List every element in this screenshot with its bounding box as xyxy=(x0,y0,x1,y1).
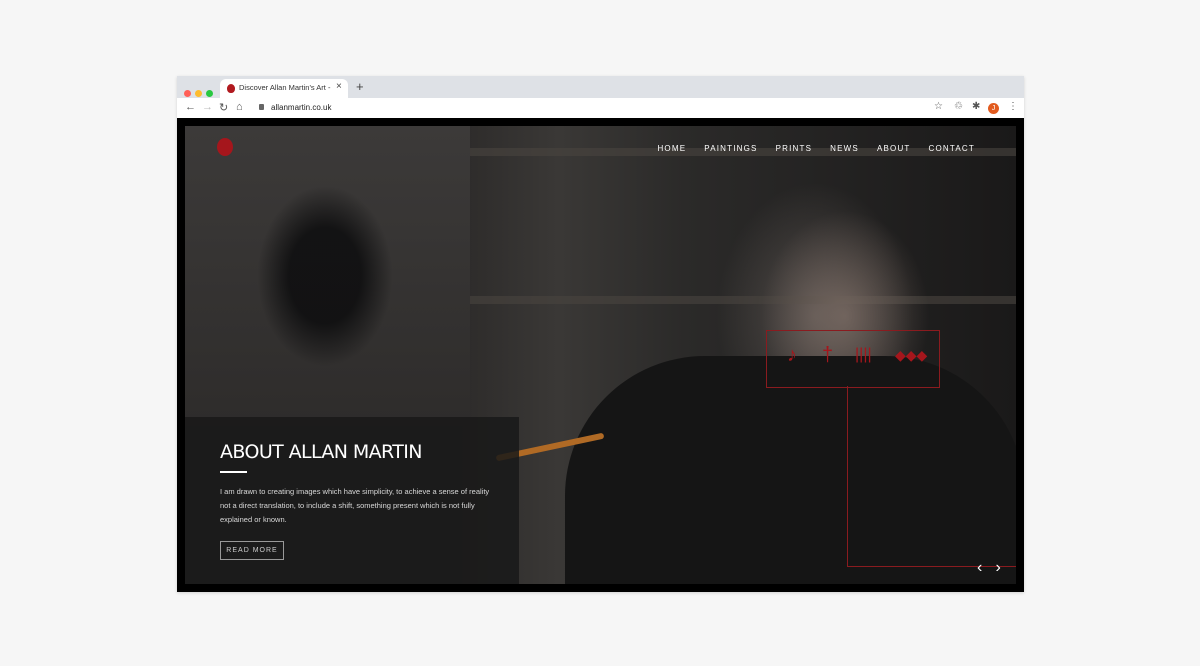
nav-home[interactable]: HOME xyxy=(657,144,686,153)
painting-shape xyxy=(225,166,435,396)
nav-prints[interactable]: PRINTS xyxy=(776,144,813,153)
cross-glyph-icon: † xyxy=(822,344,834,366)
title-underline xyxy=(220,471,247,473)
profile-avatar[interactable]: J xyxy=(988,103,999,114)
bars-glyph-icon: |||| xyxy=(855,346,872,363)
painting-canvas-image xyxy=(185,126,470,426)
about-body-text: I am drawn to creating images which have… xyxy=(220,487,490,524)
home-icon[interactable]: ⌂ xyxy=(236,101,243,113)
tab-title: Discover Allan Martin's Art - S... xyxy=(239,83,331,92)
new-tab-button[interactable]: + xyxy=(356,79,364,94)
read-more-button[interactable]: READ MORE xyxy=(220,541,284,560)
site-logo[interactable] xyxy=(217,138,233,156)
browser-toolbar: ← → ↻ ⌂ allanmartin.co.uk ☆ ♲ ✱ J ⋮ xyxy=(177,98,1024,119)
close-window-button[interactable] xyxy=(184,90,191,97)
main-nav: HOME PAINTINGS PRINTS NEWS ABOUT CONTACT xyxy=(657,144,975,153)
nav-news[interactable]: NEWS xyxy=(830,144,859,153)
tab-bar: Discover Allan Martin's Art - S... × + xyxy=(177,76,1024,98)
slider-arrows: ‹ › xyxy=(977,559,1009,577)
browser-window: Discover Allan Martin's Art - S... × + ←… xyxy=(177,76,1024,592)
about-title: ABOUT ALLAN MARTIN xyxy=(220,441,423,463)
artist-shirt xyxy=(565,356,1016,584)
decorative-line xyxy=(847,386,848,566)
menu-icon[interactable]: ⋮ xyxy=(1008,101,1018,112)
nav-contact[interactable]: CONTACT xyxy=(929,144,975,153)
prev-slide-icon[interactable]: ‹ xyxy=(977,559,991,577)
spiral-glyph-icon: ♪ xyxy=(787,344,797,366)
maximize-window-button[interactable] xyxy=(206,90,213,97)
nav-paintings[interactable]: PAINTINGS xyxy=(704,144,757,153)
hero-slider: HOME PAINTINGS PRINTS NEWS ABOUT CONTACT… xyxy=(185,126,1016,584)
back-icon[interactable]: ← xyxy=(185,101,196,113)
site-favicon-icon xyxy=(227,84,235,93)
nav-about[interactable]: ABOUT xyxy=(877,144,911,153)
address-bar[interactable]: allanmartin.co.uk xyxy=(257,100,857,116)
extensions-icon[interactable]: ✱ xyxy=(972,101,980,112)
about-panel: ABOUT ALLAN MARTIN I am drawn to creatin… xyxy=(185,417,519,584)
close-tab-icon[interactable]: × xyxy=(336,81,342,92)
diamonds-glyph-icon: ◆◆◆ xyxy=(895,347,928,363)
page-viewport: HOME PAINTINGS PRINTS NEWS ABOUT CONTACT… xyxy=(177,118,1024,592)
next-slide-icon[interactable]: › xyxy=(995,559,1009,577)
forward-icon[interactable]: → xyxy=(202,101,213,113)
bookmark-star-icon[interactable]: ☆ xyxy=(934,101,943,112)
recycle-icon[interactable]: ♲ xyxy=(954,101,963,112)
reload-icon[interactable]: ↻ xyxy=(219,101,228,114)
url-text: allanmartin.co.uk xyxy=(271,103,332,112)
browser-tab[interactable]: Discover Allan Martin's Art - S... × xyxy=(220,79,348,98)
lock-icon xyxy=(259,104,264,110)
minimize-window-button[interactable] xyxy=(195,90,202,97)
